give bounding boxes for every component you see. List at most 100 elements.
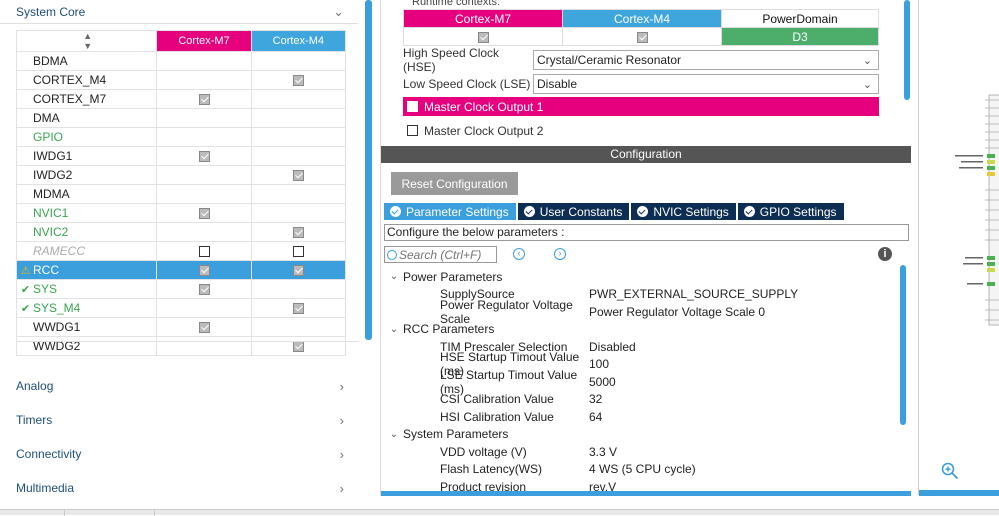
context-checkbox-m4[interactable] [292,75,304,87]
parameter-scrollbar[interactable] [900,265,906,425]
peripheral-name: CORTEX_M4 [33,73,107,87]
zoom-in-icon[interactable] [941,462,959,480]
chevron-down-icon[interactable]: ⌄ [385,429,403,440]
search-input[interactable] [399,247,494,262]
divider [16,341,358,342]
hse-row: High Speed Clock (HSE) Crystal/Ceramic R… [403,46,879,74]
param-key: HSI Calibration Value [440,409,554,424]
category-timers[interactable]: Timers › [0,408,358,432]
sort-icon[interactable]: ▲ ▼ [15,30,158,52]
context-checkbox-m4[interactable] [292,303,304,315]
category-connectivity[interactable]: Connectivity › [0,442,358,466]
param-value[interactable]: 5000 [589,375,616,389]
runtime-m7-checkbox[interactable] [403,27,563,46]
left-scrollbar[interactable] [365,0,372,340]
table-row[interactable]: GPIO [15,127,347,147]
category-analog[interactable]: Analog › [0,374,358,398]
table-row[interactable]: ⚠ RCC [15,260,347,280]
context-checkbox-m7[interactable] [198,284,210,296]
horizontal-scrollbar[interactable] [381,491,911,496]
table-row[interactable]: DMA [15,108,347,128]
check-circle-icon [743,206,755,217]
reset-configuration-button[interactable]: Reset Configuration [391,172,518,195]
table-row[interactable]: BDMA [15,51,347,71]
mode-scrollbar[interactable] [904,0,910,100]
mco2-checkbox[interactable] [407,125,418,136]
param-value[interactable]: 4 WS (5 CPU cycle) [589,462,696,476]
table-row[interactable]: IWDG1 [15,146,347,166]
peripheral-name: DMA [33,111,60,125]
param-value[interactable]: 64 [589,410,602,424]
param-group[interactable]: ⌄ System Parameters [385,426,895,444]
context-checkbox-m7[interactable] [198,94,210,106]
context-checkbox-m7[interactable] [198,151,210,163]
param-row[interactable]: HSI Calibration Value 64 [385,408,895,426]
table-row[interactable]: CORTEX_M7 [15,89,347,109]
mco2-checkbox-row[interactable]: Master Clock Output 2 [403,121,543,140]
param-value[interactable]: PWR_EXTERNAL_SOURCE_SUPPLY [589,287,798,301]
tab-user-constants[interactable]: User Constants [517,203,630,220]
context-checkbox-m7[interactable] [198,246,210,258]
param-group[interactable]: ⌄ Power Parameters [385,268,895,286]
peripheral-name: RAMECC [33,244,86,258]
runtime-m4-header: Cortex-M4 [562,9,722,28]
table-row[interactable]: ✔ SYS [15,279,347,299]
param-value[interactable]: 100 [589,357,609,371]
chevron-down-icon: ⌄ [862,54,872,67]
table-row[interactable]: RAMECC [15,241,347,261]
context-checkbox-m4[interactable] [292,227,304,239]
table-row[interactable]: MDMA [15,184,347,204]
chevron-right-icon: › [339,412,344,428]
context-checkbox-m4[interactable] [292,246,304,258]
table-row[interactable]: WWDG1 [15,317,347,337]
mco1-checkbox[interactable] [407,101,418,112]
pinout-scrollbar[interactable] [919,490,999,496]
table-row[interactable]: WWDG2 [15,336,347,356]
category-system-core[interactable]: System Core ⌄ [0,0,358,24]
chevron-down-icon[interactable]: ⌄ [385,324,403,335]
context-checkbox-m7[interactable] [198,208,210,220]
table-row[interactable]: NVIC1 [15,203,347,223]
chevron-down-icon: ⌄ [862,78,872,91]
table-row[interactable]: NVIC2 [15,222,347,242]
param-value[interactable]: Power Regulator Voltage Scale 0 [589,305,765,319]
check-icon: ✔ [20,302,31,315]
context-checkbox-m4[interactable] [292,265,304,277]
mco1-checkbox-row[interactable]: Master Clock Output 1 [403,97,879,116]
check-circle-icon [390,206,401,217]
search-box[interactable] [384,246,497,263]
param-row[interactable]: VDD voltage (V) 3.3 V [385,443,895,461]
param-value[interactable]: Disabled [589,340,636,354]
hse-select[interactable]: Crystal/Ceramic Resonator ⌄ [533,50,879,70]
tab-parameter-settings[interactable]: Parameter Settings [384,203,516,220]
context-checkbox-m7[interactable] [198,265,210,277]
tab-nvic-settings[interactable]: NVIC Settings [631,203,736,220]
table-row[interactable]: ✔ SYS_M4 [15,298,347,318]
runtime-m4-checkbox[interactable] [562,27,722,46]
param-value[interactable]: 32 [589,392,602,406]
param-value[interactable]: 3.3 V [589,445,617,459]
category-multimedia[interactable]: Multimedia › [0,476,358,500]
mco2-label: Master Clock Output 2 [424,123,544,138]
chevron-right-icon: › [339,480,344,496]
lse-select[interactable]: Disable ⌄ [533,74,879,94]
param-row[interactable]: LSE Startup Timout Value (ms) 5000 [385,368,895,396]
context-checkbox-m7[interactable] [198,322,210,334]
param-row[interactable]: Flash Latency(WS) 4 WS (5 CPU cycle) [385,461,895,479]
status-bar [0,509,999,516]
context-checkbox-m4[interactable] [292,170,304,182]
info-icon[interactable]: i [878,247,892,261]
param-group[interactable]: ⌄ RCC Parameters [385,321,895,339]
context-checkbox-m4[interactable] [292,341,304,353]
search-previous-icon[interactable]: ‹ [513,248,525,260]
tab-label: GPIO Settings [759,204,837,219]
param-row[interactable]: CSI Calibration Value 32 [385,391,895,409]
runtime-contexts-label: Runtime contexts: [412,0,501,8]
tab-gpio-settings[interactable]: GPIO Settings [737,203,844,220]
table-row[interactable]: CORTEX_M4 [15,70,347,90]
table-row[interactable]: IWDG2 [15,165,347,185]
chevron-down-icon[interactable]: ⌄ [385,271,403,282]
param-row[interactable]: Power Regulator Voltage Scale Power Regul… [385,298,895,326]
hse-label: High Speed Clock (HSE) [403,46,500,74]
search-next-icon[interactable]: › [554,248,566,260]
